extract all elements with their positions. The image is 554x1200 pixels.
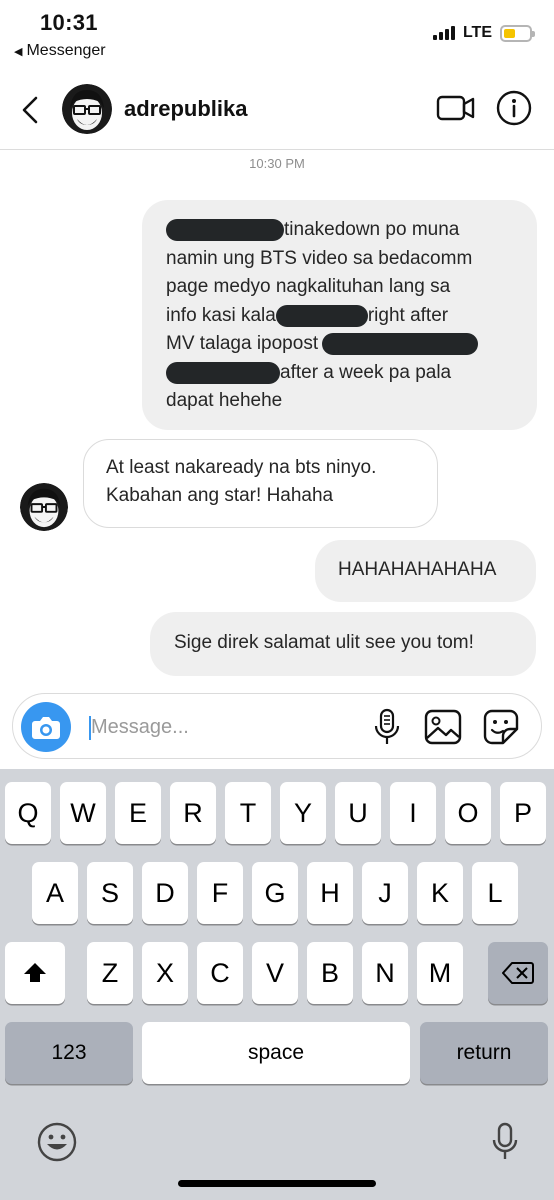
message-text: MV talaga ipopost bbox=[166, 333, 319, 355]
backspace-icon bbox=[502, 962, 534, 984]
key-v[interactable]: V bbox=[252, 942, 298, 1004]
message-text: page medyo nagkalituhan lang sa bbox=[166, 276, 451, 298]
message-text: dapat hehehe bbox=[166, 390, 283, 412]
key-y[interactable]: Y bbox=[280, 782, 326, 844]
cellular-signal-icon bbox=[432, 26, 455, 40]
key-j[interactable]: J bbox=[362, 862, 408, 924]
key-a[interactable]: A bbox=[32, 862, 78, 924]
status-time: 10:31 bbox=[40, 10, 98, 35]
message-text: tinakedown po muna bbox=[284, 219, 460, 241]
key-m[interactable]: M bbox=[417, 942, 463, 1004]
key-i[interactable]: I bbox=[390, 782, 436, 844]
message-text: namin ung BTS video sa bedacomm bbox=[166, 247, 473, 269]
video-call-button[interactable] bbox=[436, 90, 476, 126]
emoji-icon bbox=[37, 1122, 77, 1162]
key-q[interactable]: Q bbox=[5, 782, 51, 844]
gallery-button[interactable] bbox=[423, 708, 463, 746]
chevron-left-icon bbox=[22, 96, 38, 124]
sender-avatar[interactable] bbox=[20, 483, 68, 531]
numbers-key[interactable]: 123 bbox=[5, 1022, 133, 1084]
home-indicator[interactable] bbox=[178, 1180, 376, 1187]
key-u[interactable]: U bbox=[335, 782, 381, 844]
key-x[interactable]: X bbox=[142, 942, 188, 1004]
camera-icon bbox=[32, 717, 60, 739]
return-key[interactable]: return bbox=[420, 1022, 548, 1084]
message-timestamp: 10:30 PM bbox=[249, 156, 305, 171]
backspace-key[interactable] bbox=[488, 942, 548, 1004]
message-text: after a week pa pala bbox=[280, 361, 452, 383]
onscreen-keyboard: Q W E R T Y U I O P A S D F G H J K L Z … bbox=[0, 769, 554, 1200]
dictation-mic-icon bbox=[492, 1122, 518, 1159]
message-composer bbox=[12, 693, 542, 759]
camera-button[interactable] bbox=[21, 702, 71, 752]
key-w[interactable]: W bbox=[60, 782, 106, 844]
message-text: right after bbox=[367, 304, 449, 326]
message-text: info kasi kala bbox=[166, 304, 276, 326]
shift-key[interactable] bbox=[5, 942, 65, 1004]
redacted-text bbox=[166, 361, 280, 384]
avatar-cartoon-icon bbox=[20, 483, 68, 531]
outgoing-message-bubble[interactable]: tinakedown po muna namin ung BTS video s… bbox=[142, 200, 537, 430]
key-n[interactable]: N bbox=[362, 942, 408, 1004]
key-z[interactable]: Z bbox=[87, 942, 133, 1004]
key-c[interactable]: C bbox=[197, 942, 243, 1004]
key-o[interactable]: O bbox=[445, 782, 491, 844]
key-e[interactable]: E bbox=[115, 782, 161, 844]
sticker-icon bbox=[483, 709, 519, 745]
network-type: LTE bbox=[462, 24, 492, 41]
incoming-message-bubble[interactable]: At least nakaready na bts ninyo. Kabahan… bbox=[83, 439, 438, 528]
sticker-button[interactable] bbox=[481, 708, 521, 746]
key-t[interactable]: T bbox=[225, 782, 271, 844]
chat-username[interactable]: adrepublika bbox=[124, 96, 247, 122]
dictation-button[interactable] bbox=[490, 1121, 520, 1163]
key-l[interactable]: L bbox=[472, 862, 518, 924]
status-indicators: LTE bbox=[432, 24, 535, 42]
key-h[interactable]: H bbox=[307, 862, 353, 924]
message-input[interactable] bbox=[91, 709, 361, 745]
battery-icon bbox=[500, 24, 535, 42]
outgoing-message-bubble[interactable]: HAHAHAHAHAHA bbox=[315, 540, 536, 602]
back-triangle-icon: ◀ bbox=[14, 45, 23, 58]
back-app-label: Messenger bbox=[26, 42, 106, 59]
back-to-app-link[interactable]: ◀ Messenger bbox=[14, 42, 106, 60]
message-text: At least nakaready na bts ninyo. bbox=[106, 457, 377, 478]
key-k[interactable]: K bbox=[417, 862, 463, 924]
space-key[interactable]: space bbox=[142, 1022, 410, 1084]
voice-message-button[interactable] bbox=[373, 708, 401, 746]
message-text: Kabahan ang star! Hahaha bbox=[106, 485, 334, 506]
redacted-text bbox=[275, 304, 368, 327]
gallery-icon bbox=[424, 709, 462, 745]
key-f[interactable]: F bbox=[197, 862, 243, 924]
key-g[interactable]: G bbox=[252, 862, 298, 924]
key-b[interactable]: B bbox=[307, 942, 353, 1004]
key-r[interactable]: R bbox=[170, 782, 216, 844]
outgoing-message-bubble[interactable]: Sige direk salamat ulit see you tom! bbox=[150, 612, 536, 676]
message-text: Sige direk salamat ulit see you tom! bbox=[174, 632, 474, 653]
shift-icon bbox=[24, 963, 46, 982]
info-button[interactable] bbox=[496, 90, 532, 126]
key-s[interactable]: S bbox=[87, 862, 133, 924]
avatar-cartoon-icon bbox=[62, 84, 112, 134]
back-button[interactable] bbox=[16, 92, 46, 128]
key-p[interactable]: P bbox=[500, 782, 546, 844]
chat-header: adrepublika bbox=[0, 70, 554, 150]
video-camera-icon bbox=[436, 95, 475, 121]
message-text: HAHAHAHAHAHA bbox=[338, 559, 497, 580]
avatar[interactable] bbox=[62, 84, 112, 134]
redacted-text bbox=[166, 219, 284, 242]
emoji-button[interactable] bbox=[36, 1121, 78, 1163]
microphone-icon bbox=[374, 708, 400, 744]
key-d[interactable]: D bbox=[142, 862, 188, 924]
info-icon bbox=[496, 90, 532, 126]
redacted-text bbox=[322, 333, 479, 356]
